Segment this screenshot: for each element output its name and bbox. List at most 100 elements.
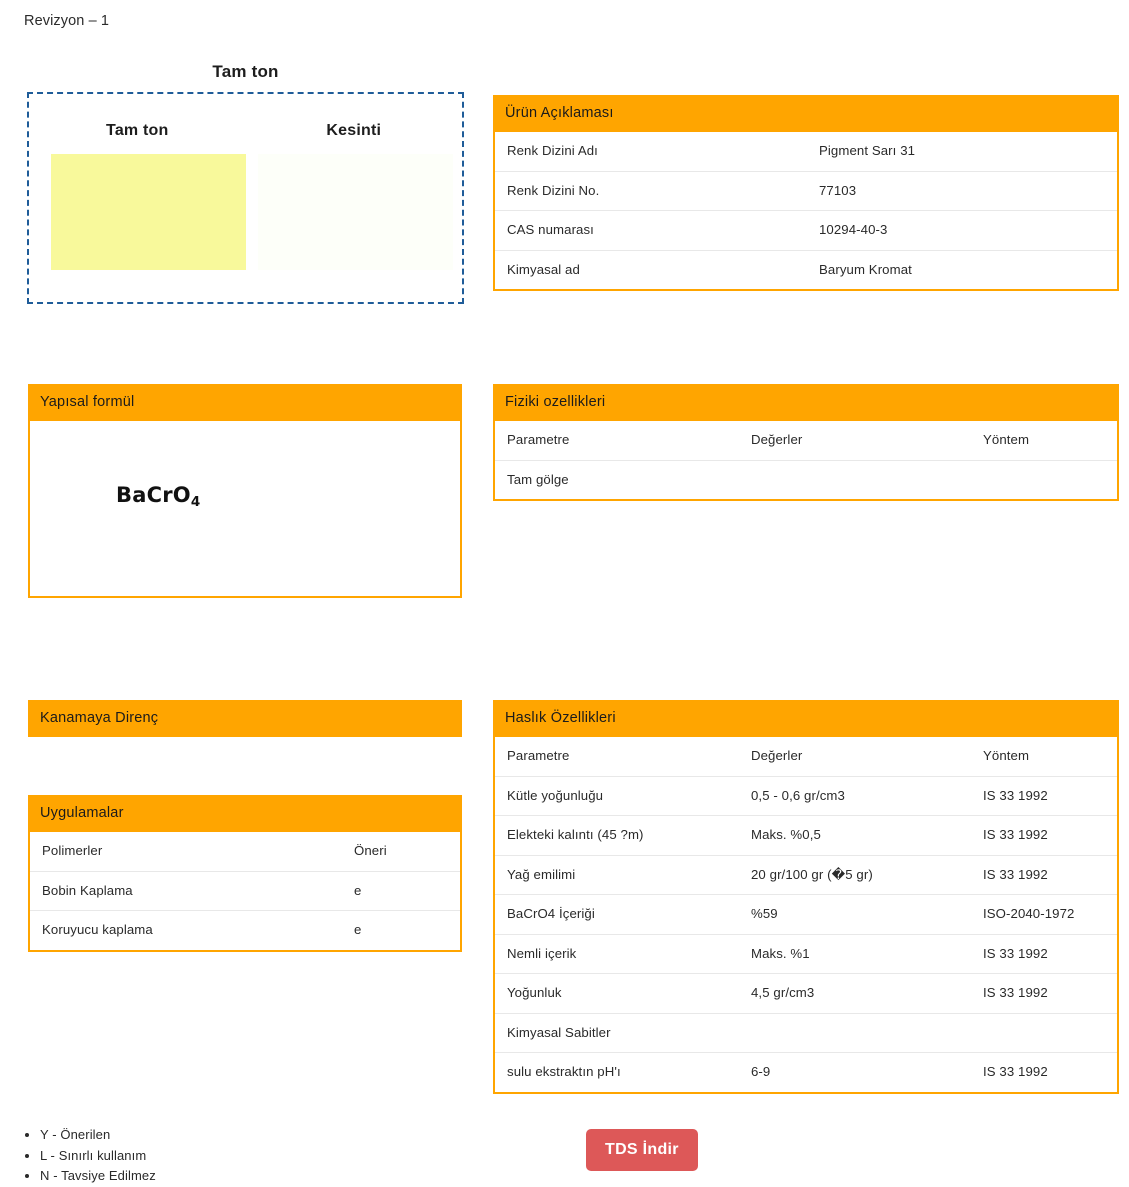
structural-formula-card: Yapısal formül BaCrO4 xyxy=(28,384,462,599)
download-tds-button[interactable]: TDS İndir xyxy=(586,1129,698,1171)
shade-title: Tam ton xyxy=(212,62,279,81)
column-header-method: Yöntem xyxy=(971,737,1117,777)
table-row: Kimyasal ad Baryum Kromat xyxy=(495,250,1117,289)
product-description-table: Renk Dizini Adı Pigment Sarı 31 Renk Diz… xyxy=(495,132,1117,289)
product-description-card: Ürün Açıklaması Renk Dizini Adı Pigment … xyxy=(493,95,1119,292)
bleed-resistance-title: Kanamaya Direnç xyxy=(28,700,462,738)
table-row: Kütle yoğunluğu 0,5 - 0,6 gr/cm3 IS 33 1… xyxy=(495,776,1117,817)
row-value: 0,5 - 0,6 gr/cm3 xyxy=(739,776,971,817)
fastness-properties-table: Parametre Değerler Yöntem Kütle yoğunluğ… xyxy=(495,737,1117,1092)
row-value: Maks. %1 xyxy=(739,934,971,975)
legend-item: Y - Önerilen xyxy=(40,1125,156,1146)
table-row: CAS numarası 10294-40-3 xyxy=(495,210,1117,251)
row-parameter: Koruyucu kaplama xyxy=(42,922,153,938)
physical-properties-body: Parametre Değerler Yöntem Tam gölge xyxy=(493,421,1119,502)
row-parameter: Yoğunluk xyxy=(495,973,739,1014)
row-parameter: Nemli içerik xyxy=(495,934,739,975)
legend-item: N - Tavsiye Edilmez xyxy=(40,1166,156,1187)
table-row: Elekteki kalıntı (45 ?m) Maks. %0,5 IS 3… xyxy=(495,815,1117,856)
column-header-parameter: Parametre xyxy=(495,421,739,461)
formula-area: BaCrO4 xyxy=(30,421,460,596)
bleed-resistance-card: Kanamaya Direnç xyxy=(28,700,462,744)
formula-main: BaCrO xyxy=(116,483,191,508)
table-header-row: Polimerler Öneri xyxy=(30,832,460,872)
column-header-recommendation: Öneri xyxy=(342,832,460,872)
applications-body: Polimerler Öneri Bobin Kaplama e Koruyuc… xyxy=(28,832,462,952)
row-parameter: Kimyasal Sabitler xyxy=(495,1013,739,1054)
shade-column-label: Tam ton xyxy=(106,122,169,139)
row-label: CAS numarası xyxy=(495,210,807,251)
row-method: IS 33 1992 xyxy=(971,776,1117,817)
row-value: 4,5 gr/cm3 xyxy=(739,973,971,1014)
product-description-title: Ürün Açıklaması xyxy=(493,95,1119,133)
row-method xyxy=(971,1013,1117,1054)
row-label: Kimyasal ad xyxy=(507,261,580,277)
column-header-polymers: Polimerler xyxy=(30,832,342,872)
row-value: Pigment Sarı 31 xyxy=(807,132,1117,172)
table-row: sulu ekstraktın pH'ı 6-9 IS 33 1992 xyxy=(495,1053,1117,1092)
row-method xyxy=(971,460,1117,499)
row-value: e xyxy=(354,922,362,938)
product-description-body: Renk Dizini Adı Pigment Sarı 31 Renk Diz… xyxy=(493,132,1119,292)
applications-table: Polimerler Öneri Bobin Kaplama e Koruyuc… xyxy=(30,832,460,950)
fastness-properties-body: Parametre Değerler Yöntem Kütle yoğunluğ… xyxy=(493,737,1119,1094)
table-row: Bobin Kaplama e xyxy=(30,871,460,912)
table-row: Nemli içerik Maks. %1 IS 33 1992 xyxy=(495,934,1117,975)
row-parameter: Kütle yoğunluğu xyxy=(495,776,739,817)
row-value: Baryum Kromat xyxy=(819,261,912,277)
row-method: IS 33 1992 xyxy=(983,1064,1048,1080)
row-method: IS 33 1992 xyxy=(971,973,1117,1014)
row-method: IS 33 1992 xyxy=(971,934,1117,975)
applications-title: Uygulamalar xyxy=(28,795,462,833)
structural-formula-body: BaCrO4 xyxy=(28,421,462,599)
table-row: Renk Dizini No. 77103 xyxy=(495,171,1117,212)
shade-column-reduction: Kesinti xyxy=(246,122,463,270)
physical-properties-title: Fiziki ozellikleri xyxy=(493,384,1119,422)
row-parameter: Tam gölge xyxy=(507,471,569,487)
color-swatch-reduction xyxy=(257,154,453,270)
row-value: 10294-40-3 xyxy=(807,210,1117,251)
row-method: IS 33 1992 xyxy=(971,855,1117,896)
color-swatch-full-tone xyxy=(51,154,246,270)
row-value: 6-9 xyxy=(751,1064,771,1080)
row-method: IS 33 1992 xyxy=(971,815,1117,856)
table-header-row: Parametre Değerler Yöntem xyxy=(495,737,1117,777)
row-parameter: Bobin Kaplama xyxy=(30,871,342,912)
table-row: Renk Dizini Adı Pigment Sarı 31 xyxy=(495,132,1117,172)
row-parameter: sulu ekstraktın pH'ı xyxy=(507,1064,621,1080)
row-parameter: Elekteki kalıntı (45 ?m) xyxy=(495,815,739,856)
shade-dashed-box: Tam ton Kesinti xyxy=(27,92,464,304)
column-header-method: Yöntem xyxy=(971,421,1117,461)
fastness-properties-title: Haslık Özellikleri xyxy=(493,700,1119,738)
table-header-row: Parametre Değerler Yöntem xyxy=(495,421,1117,461)
row-value xyxy=(739,1013,971,1054)
row-value: 77103 xyxy=(807,171,1117,212)
table-row: Yağ emilimi 20 gr/100 gr (�5 gr) IS 33 1… xyxy=(495,855,1117,896)
table-row: Koruyucu kaplama e xyxy=(30,911,460,950)
row-label: Renk Dizini No. xyxy=(495,171,807,212)
revision-label: Revizyon – 1 xyxy=(24,13,110,29)
shade-panel: Tam ton Tam ton Kesinti xyxy=(27,62,464,304)
column-header-values: Değerler xyxy=(739,737,971,777)
legend-list: Y - Önerilen L - Sınırlı kullanım N - Ta… xyxy=(0,1125,156,1187)
table-row: Yoğunluk 4,5 gr/cm3 IS 33 1992 xyxy=(495,973,1117,1014)
row-value: e xyxy=(342,871,460,912)
row-parameter: BaCrO4 İçeriği xyxy=(495,894,739,935)
row-value: %59 xyxy=(739,894,971,935)
row-label: Renk Dizini Adı xyxy=(495,132,807,172)
table-row: Kimyasal Sabitler xyxy=(495,1013,1117,1054)
shade-column-full-tone: Tam ton xyxy=(29,122,246,270)
table-row: BaCrO4 İçeriği %59 ISO-2040-1972 xyxy=(495,894,1117,935)
row-parameter: Yağ emilimi xyxy=(495,855,739,896)
shade-column-label: Kesinti xyxy=(326,122,382,139)
row-value xyxy=(739,460,971,499)
formula-subscript: 4 xyxy=(190,495,201,511)
fastness-properties-card: Haslık Özellikleri Parametre Değerler Yö… xyxy=(493,700,1119,1094)
applications-card: Uygulamalar Polimerler Öneri Bobin Kapla… xyxy=(28,795,462,952)
physical-properties-card: Fiziki ozellikleri Parametre Değerler Yö… xyxy=(493,384,1119,502)
table-row: Tam gölge xyxy=(495,460,1117,499)
legend-item: L - Sınırlı kullanım xyxy=(40,1146,156,1167)
bleed-resistance-body xyxy=(28,737,462,744)
row-value: Maks. %0,5 xyxy=(739,815,971,856)
column-header-parameter: Parametre xyxy=(495,737,739,777)
